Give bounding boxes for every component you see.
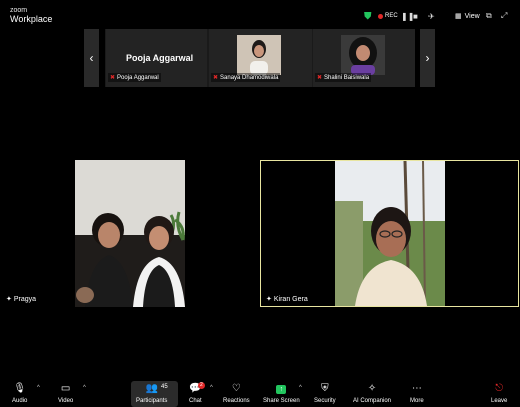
chevron-right-icon: › — [425, 51, 430, 65]
video-tile-kiran-gera[interactable]: ✦ Kiran Gera — [260, 160, 519, 307]
more-dots-icon: ⋯ — [411, 383, 422, 394]
participant-name: Kiran Gera — [273, 295, 308, 303]
chat-unread-badge: 2 — [198, 382, 205, 389]
mic-muted-icon: ✖ — [213, 75, 219, 81]
next-page-button[interactable]: › — [420, 29, 435, 87]
zoom-workplace-logo: zoom Workplace — [10, 7, 52, 24]
people-icon: 👥 — [145, 383, 158, 394]
heart-icon: ♡ — [231, 383, 241, 394]
record-dot-icon — [378, 13, 383, 19]
audio-label: Audio — [12, 398, 28, 404]
participant-name: Shalini Baisiwala — [324, 74, 370, 81]
pin-icon: ✦ — [266, 296, 272, 303]
megaphone-icon: ✈ — [428, 11, 435, 21]
video-options-caret[interactable]: ^ — [83, 385, 86, 391]
security-button[interactable]: ⛨ Security — [314, 383, 336, 404]
video-feed-image — [75, 160, 185, 307]
participants-count: 45 — [161, 384, 168, 390]
participant-name: Pooja Aggarwal — [117, 74, 159, 81]
ai-companion-label: AI Companion — [353, 398, 392, 404]
leave-label: Leave — [491, 398, 508, 404]
video-feed-image — [237, 35, 281, 75]
chat-options-caret[interactable]: ^ — [210, 385, 213, 391]
stop-recording-button[interactable]: ■ — [413, 9, 418, 23]
participant-label: ✦ Pragya — [3, 294, 39, 304]
camera-icon: ▭ — [60, 383, 71, 394]
fullscreen-icon: ⤢ — [501, 11, 508, 20]
leave-button[interactable]: ⎋ Leave — [491, 383, 507, 404]
notifications-button[interactable]: ✈ — [428, 9, 435, 23]
participant-label: ✖ Sanaya Dhamodiwala — [211, 73, 281, 82]
recording-indicator: REC — [378, 9, 398, 23]
audio-button[interactable]: 🎙 Audio — [12, 383, 27, 404]
meeting-toolbar — [0, 380, 520, 407]
shield-icon: ⛨ — [321, 383, 329, 394]
participant-name-large: Pooja Aggarwal — [126, 53, 194, 63]
more-label: More — [410, 398, 424, 404]
chat-label: Chat — [189, 398, 202, 404]
participant-tile-pooja[interactable]: Pooja Aggarwal ✖ Pooja Aggarwal — [106, 29, 207, 87]
participant-label: ✦ Kiran Gera — [263, 294, 311, 304]
previous-page-button[interactable]: ‹ — [84, 29, 99, 87]
share-screen-button[interactable]: ↑ Share Screen — [263, 383, 300, 404]
brand-small-text: zoom — [10, 7, 28, 14]
reactions-label: Reactions — [223, 398, 250, 404]
sparkle-icon: ✧ — [367, 383, 377, 394]
participants-label: Participants — [136, 398, 168, 404]
security-label: Security — [314, 398, 336, 404]
view-button[interactable]: ▦ View — [455, 9, 480, 23]
participant-tile-sanaya[interactable]: ✖ Sanaya Dhamodiwala — [209, 29, 312, 87]
pin-icon: ✦ — [6, 296, 12, 303]
video-button[interactable]: ▭ Video — [58, 383, 73, 404]
video-feed-image — [341, 35, 385, 75]
fullscreen-button[interactable]: ⤢ — [501, 9, 507, 23]
share-screen-icon: ↑ — [276, 383, 287, 395]
video-label: Video — [58, 398, 74, 404]
audio-options-caret[interactable]: ^ — [37, 385, 40, 391]
participant-label: ✖ Pooja Aggarwal — [108, 73, 161, 82]
participant-tile-shalini[interactable]: ✖ Shalini Baisiwala — [313, 29, 415, 87]
microphone-muted-icon: 🎙 — [13, 383, 27, 394]
mic-muted-icon: ✖ — [317, 75, 323, 81]
screen-layout-button[interactable]: ⧉ — [486, 9, 492, 23]
view-label: View — [464, 12, 480, 20]
participant-label: ✖ Shalini Baisiwala — [315, 73, 372, 82]
more-button[interactable]: ⋯ More — [410, 383, 424, 404]
exit-door-icon: ⎋ — [495, 383, 504, 394]
layout-icon: ⧉ — [486, 11, 492, 20]
participant-name: Pragya — [13, 295, 37, 303]
video-tile-pragya[interactable] — [75, 160, 185, 307]
mic-muted-icon: ✖ — [110, 75, 116, 81]
encryption-shield-icon[interactable]: ⛊ — [364, 9, 372, 23]
rec-label: REC — [385, 13, 398, 19]
share-screen-label: Share Screen — [263, 398, 300, 404]
share-options-caret[interactable]: ^ — [299, 385, 302, 391]
ai-companion-button[interactable]: ✧ AI Companion — [353, 383, 391, 404]
stop-icon: ■ — [413, 11, 418, 21]
video-feed-image — [335, 161, 445, 306]
reactions-button[interactable]: ♡ Reactions — [223, 383, 250, 404]
participant-name: Sanaya Dhamodiwala — [220, 74, 279, 81]
chevron-left-icon: ‹ — [89, 51, 94, 65]
grid-icon: ▦ — [455, 13, 462, 20]
brand-name-text: Workplace — [10, 14, 53, 24]
